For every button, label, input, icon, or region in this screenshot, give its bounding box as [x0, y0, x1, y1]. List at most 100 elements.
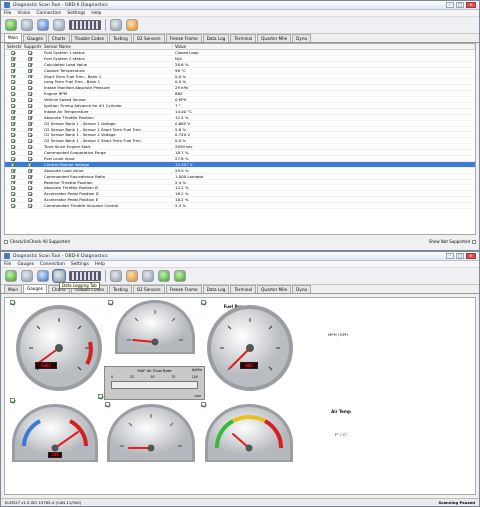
selected-cell[interactable]: [5, 174, 22, 179]
menu-gauges[interactable]: Gauges: [17, 262, 34, 267]
selected-checkbox[interactable]: [11, 168, 15, 173]
refresh-icon[interactable]: [158, 270, 170, 282]
selected-checkbox[interactable]: [11, 127, 15, 132]
selected-cell[interactable]: [5, 185, 22, 191]
selected-cell[interactable]: [5, 156, 22, 161]
selected-cell[interactable]: [5, 109, 22, 114]
menu-settings[interactable]: Settings: [67, 11, 85, 16]
tab-freeze-frame[interactable]: Freeze Frame: [165, 34, 202, 42]
selected-cell[interactable]: [5, 197, 22, 203]
selected-checkbox[interactable]: [11, 139, 15, 144]
selected-checkbox[interactable]: [11, 98, 15, 103]
tab-main[interactable]: Main: [4, 285, 22, 293]
selected-cell[interactable]: [5, 85, 22, 91]
selected-checkbox[interactable]: [11, 109, 15, 114]
selected-checkbox[interactable]: [11, 56, 15, 61]
tab-data-log[interactable]: Data Log: [202, 285, 230, 293]
tab-quarter-mile[interactable]: Quarter Mile: [257, 34, 292, 42]
menu-vision[interactable]: Vision: [17, 11, 30, 16]
show-not-supported-checkbox[interactable]: [472, 239, 476, 244]
selected-checkbox[interactable]: [11, 86, 15, 91]
tab-dyno[interactable]: Dyno: [292, 285, 312, 293]
selected-checkbox[interactable]: [11, 51, 15, 55]
col-value[interactable]: Value: [173, 44, 475, 49]
table-row[interactable]: Commanded Throttle Actuator Control 2.4 %: [5, 203, 475, 210]
tab-data-log[interactable]: Data Log: [202, 34, 230, 42]
tab-main[interactable]: Main: [4, 33, 22, 42]
selected-checkbox[interactable]: [11, 80, 15, 85]
tab-terminal[interactable]: Terminal: [230, 285, 257, 293]
alert-icon[interactable]: [126, 19, 138, 31]
maf-gauge-checkbox[interactable]: [98, 394, 103, 399]
connect-icon[interactable]: [5, 270, 17, 282]
selected-checkbox[interactable]: [11, 92, 15, 97]
selected-cell[interactable]: [5, 150, 22, 156]
selected-checkbox[interactable]: [11, 157, 15, 161]
disconnect-icon[interactable]: [21, 19, 33, 31]
selected-cell[interactable]: [5, 180, 22, 185]
tab-freeze-frame[interactable]: Freeze Frame: [165, 285, 202, 293]
close-button[interactable]: ×: [466, 2, 476, 8]
selected-cell[interactable]: [5, 56, 22, 61]
tab-o2-sensors[interactable]: O2 Sensors: [132, 285, 165, 293]
selected-cell[interactable]: [5, 127, 22, 132]
minimize-button[interactable]: –: [446, 2, 454, 8]
selected-cell[interactable]: [5, 50, 22, 55]
tab-dyno[interactable]: Dyno: [292, 34, 312, 42]
selected-checkbox[interactable]: [11, 121, 15, 126]
selected-checkbox[interactable]: [11, 68, 15, 73]
settings-icon[interactable]: [110, 270, 122, 282]
menu-file[interactable]: File: [4, 11, 11, 16]
selected-cell[interactable]: [5, 68, 22, 73]
tab-gauges[interactable]: Gauges: [23, 284, 47, 293]
tab-gauges[interactable]: Gauges: [23, 34, 47, 42]
selected-cell[interactable]: [5, 91, 22, 97]
coolant-gauge-checkbox[interactable]: [10, 398, 15, 403]
check-all-control[interactable]: Check/UnCheck All Supported: [4, 239, 70, 244]
selected-checkbox[interactable]: [11, 115, 15, 120]
selected-checkbox[interactable]: [11, 62, 15, 67]
col-supported[interactable]: Supported: [22, 44, 42, 49]
selected-cell[interactable]: [5, 203, 22, 209]
settings-icon[interactable]: [110, 19, 122, 31]
disconnect-icon[interactable]: [21, 270, 33, 282]
menu-settings[interactable]: Settings: [71, 262, 89, 267]
menu-help[interactable]: Help: [91, 11, 101, 16]
menu-connection[interactable]: Connection: [36, 11, 61, 16]
selected-cell[interactable]: [5, 191, 22, 197]
maximize-button[interactable]: □: [456, 2, 464, 8]
col-sensor-name[interactable]: Sensor Name: [42, 44, 173, 49]
selected-checkbox[interactable]: [11, 180, 15, 185]
menu-connection[interactable]: Connection: [40, 262, 65, 267]
selected-checkbox[interactable]: [11, 204, 15, 209]
selected-cell[interactable]: [5, 62, 22, 67]
selected-checkbox[interactable]: [11, 74, 15, 79]
selected-checkbox[interactable]: [11, 192, 15, 197]
selected-checkbox[interactable]: [11, 186, 15, 191]
scan-icon[interactable]: [37, 19, 49, 31]
tab-quarter-mile[interactable]: Quarter Mile: [257, 285, 292, 293]
connect-icon[interactable]: [5, 19, 17, 31]
data-display-icon[interactable]: [69, 271, 101, 281]
selected-checkbox[interactable]: [11, 198, 15, 203]
selected-cell[interactable]: [5, 97, 22, 103]
tab-terminal[interactable]: Terminal: [230, 34, 257, 42]
selected-cell[interactable]: [5, 121, 22, 126]
selected-cell[interactable]: [5, 144, 22, 150]
selected-cell[interactable]: [5, 132, 22, 138]
tab-o2-sensors[interactable]: O2 Sensors: [132, 34, 165, 42]
selected-cell[interactable]: [5, 138, 22, 144]
selected-checkbox[interactable]: [11, 162, 15, 167]
check-all-checkbox[interactable]: [4, 239, 8, 244]
menu-file[interactable]: File: [4, 262, 11, 267]
tab-charts[interactable]: Charts: [47, 34, 70, 42]
selected-checkbox[interactable]: [11, 151, 15, 156]
gauge-icon[interactable]: [142, 270, 154, 282]
selected-checkbox[interactable]: [11, 145, 15, 150]
menu-help[interactable]: Help: [95, 262, 105, 267]
tab-trouble-codes[interactable]: Trouble Codes: [70, 34, 109, 42]
selected-checkbox[interactable]: [11, 133, 15, 138]
minimize-button[interactable]: –: [446, 253, 454, 259]
show-not-supported-control[interactable]: Show Not Supported: [429, 239, 476, 244]
selected-checkbox[interactable]: [11, 104, 15, 108]
